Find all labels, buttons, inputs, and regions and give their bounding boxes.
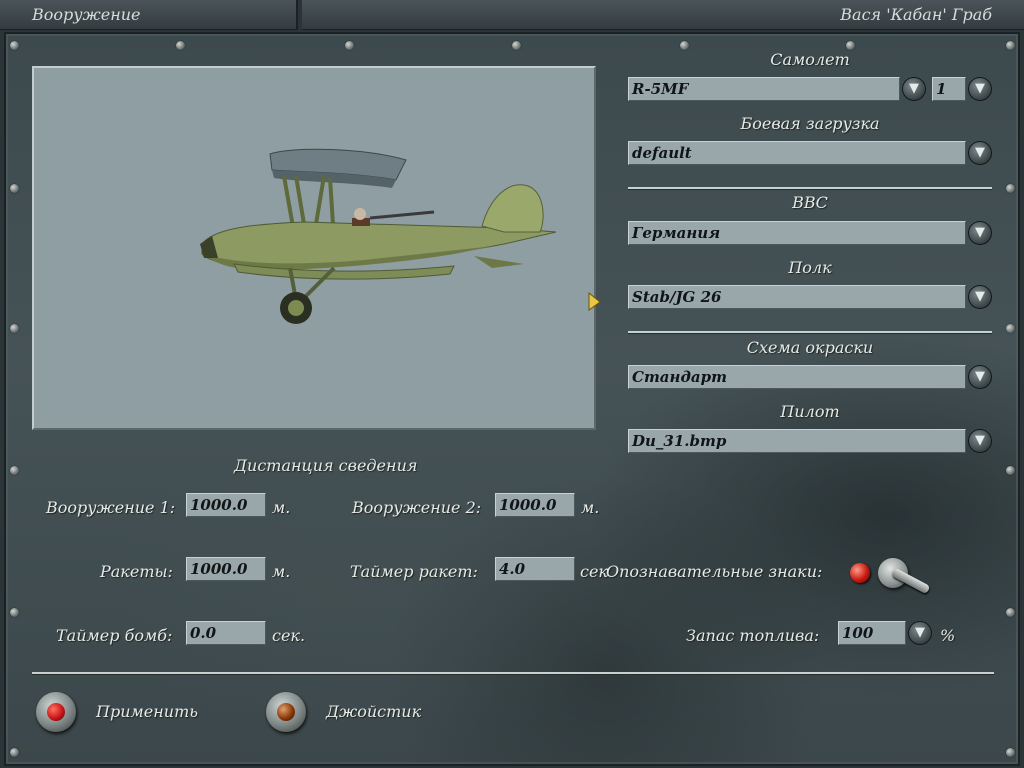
airforce-label: ВВС xyxy=(792,193,828,212)
rivet-icon xyxy=(1006,184,1015,193)
apply-label[interactable]: Применить xyxy=(96,702,198,721)
rivet-icon xyxy=(176,41,185,50)
rivet-icon xyxy=(1006,748,1015,757)
aircraft-preview xyxy=(32,66,596,430)
fuel-label: Запас топлива: xyxy=(686,626,820,645)
chevron-down-icon[interactable]: ▼ xyxy=(968,77,992,101)
regiment-label: Полк xyxy=(788,258,832,277)
divider xyxy=(628,187,992,189)
rockets-label: Ракеты: xyxy=(100,562,173,581)
chevron-down-icon[interactable]: ▼ xyxy=(968,141,992,165)
cursor-icon xyxy=(588,292,601,311)
apply-button[interactable] xyxy=(36,692,76,732)
loadout-label: Боевая загрузка xyxy=(740,114,880,133)
divider xyxy=(32,672,994,674)
weapon1-input[interactable]: 1000.0 xyxy=(186,493,266,517)
divider xyxy=(628,331,992,333)
chevron-down-icon[interactable]: ▼ xyxy=(968,365,992,389)
rivet-icon xyxy=(1006,608,1015,617)
pilot-select[interactable]: Du_31.bmp xyxy=(628,429,966,453)
plane-label: Самолет xyxy=(770,50,850,69)
chevron-down-icon[interactable]: ▼ xyxy=(902,77,926,101)
weapon2-label: Вооружение 2: xyxy=(352,498,482,517)
rivet-icon xyxy=(10,324,19,333)
fuel-select[interactable]: 100 xyxy=(838,621,906,645)
rivet-icon xyxy=(1006,466,1015,475)
weapon2-unit: м. xyxy=(581,498,600,517)
rivet-icon xyxy=(846,41,855,50)
rivet-icon xyxy=(10,748,19,757)
chevron-down-icon[interactable]: ▼ xyxy=(968,221,992,245)
convergence-title: Дистанция сведения xyxy=(234,456,418,475)
rivet-icon xyxy=(1006,41,1015,50)
weapon2-input[interactable]: 1000.0 xyxy=(495,493,575,517)
airforce-select[interactable]: Германия xyxy=(628,221,966,245)
joystick-label[interactable]: Джойстик xyxy=(326,702,421,721)
loadout-select[interactable]: default xyxy=(628,141,966,165)
user-name: Вася 'Кабан' Граб xyxy=(302,0,1024,30)
markings-indicator-lamp-icon xyxy=(850,563,870,583)
plane-select[interactable]: R-5MF xyxy=(628,77,900,101)
pilot-label: Пилот xyxy=(780,402,840,421)
rivet-icon xyxy=(10,608,19,617)
chevron-down-icon[interactable]: ▼ xyxy=(968,429,992,453)
chevron-down-icon[interactable]: ▼ xyxy=(908,621,932,645)
rivet-icon xyxy=(10,466,19,475)
rocket-timer-label: Таймер ракет: xyxy=(350,562,478,581)
biplane-icon xyxy=(200,148,557,324)
rivet-icon xyxy=(10,184,19,193)
rivet-icon xyxy=(345,41,354,50)
weapon1-label: Вооружение 1: xyxy=(46,498,176,517)
window-title: Вооружение xyxy=(0,0,298,30)
rockets-input[interactable]: 1000.0 xyxy=(186,557,266,581)
red-knob-icon xyxy=(47,703,65,721)
bomb-timer-input[interactable]: 0.0 xyxy=(186,621,266,645)
skin-select[interactable]: Стандарт xyxy=(628,365,966,389)
weapon1-unit: м. xyxy=(272,498,291,517)
rockets-unit: м. xyxy=(272,562,291,581)
rivet-icon xyxy=(10,41,19,50)
rivet-icon xyxy=(680,41,689,50)
rivet-icon xyxy=(512,41,521,50)
amber-knob-icon xyxy=(277,703,295,721)
markings-label: Опознавательные знаки: xyxy=(606,562,823,581)
fuel-unit: % xyxy=(940,626,956,645)
bomb-timer-unit: сек. xyxy=(272,626,306,645)
chevron-down-icon[interactable]: ▼ xyxy=(968,285,992,309)
rocket-timer-unit: сек xyxy=(580,562,608,581)
bomb-timer-label: Таймер бомб: xyxy=(56,626,173,645)
plane-count-select[interactable]: 1 xyxy=(932,77,966,101)
joystick-button[interactable] xyxy=(266,692,306,732)
skin-label: Схема окраски xyxy=(746,338,874,357)
rocket-timer-input[interactable]: 4.0 xyxy=(495,557,575,581)
rivet-icon xyxy=(1006,324,1015,333)
regiment-select[interactable]: Stab/JG 26 xyxy=(628,285,966,309)
